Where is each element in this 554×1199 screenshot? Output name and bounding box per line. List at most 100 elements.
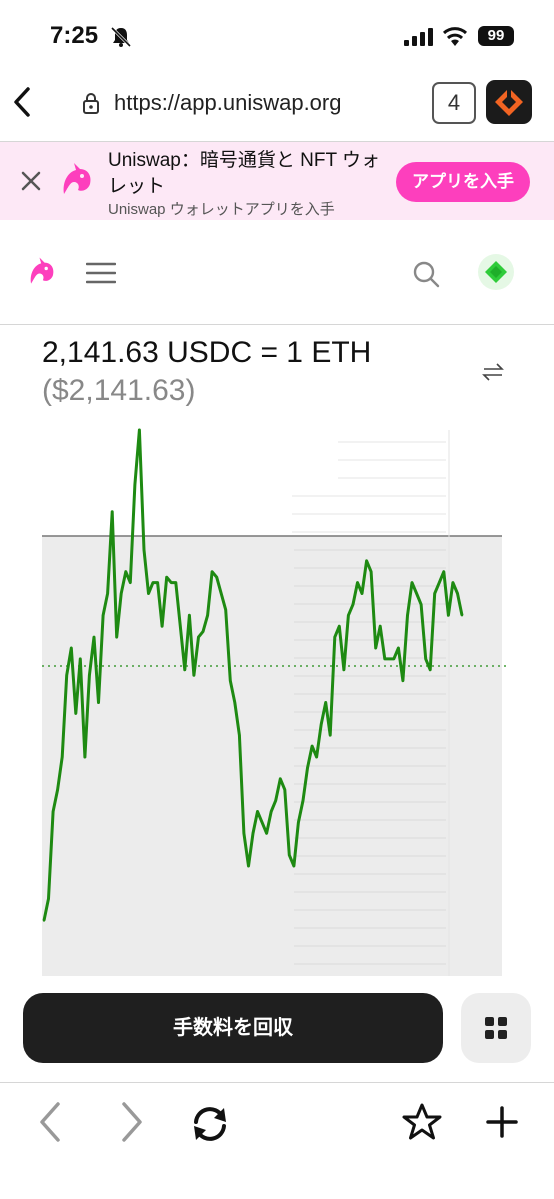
chart-point xyxy=(415,592,418,595)
chart-point xyxy=(42,919,46,922)
chart-point xyxy=(320,723,323,726)
chart-point xyxy=(197,635,200,639)
chart-point xyxy=(147,592,150,595)
chart-point xyxy=(347,614,350,617)
battery-indicator: 99 xyxy=(478,26,514,46)
chart-point xyxy=(297,821,300,824)
chart-point xyxy=(233,701,236,704)
menu-icon[interactable] xyxy=(86,262,116,284)
chart-point xyxy=(129,581,132,584)
chart-point xyxy=(301,799,305,802)
chart-point xyxy=(92,635,96,639)
chart-point xyxy=(174,581,177,584)
chart-point xyxy=(342,668,346,671)
unicorn-logo-icon xyxy=(63,163,91,194)
collect-fees-button[interactable]: 手数料を回収 xyxy=(23,993,443,1063)
chart-point xyxy=(160,625,164,628)
chart-point xyxy=(115,635,118,639)
chart-point xyxy=(392,657,395,661)
chart-point xyxy=(229,679,232,682)
chart-point xyxy=(70,646,73,650)
chart-point xyxy=(456,592,459,595)
chart-point xyxy=(224,608,227,611)
unicorn-logo-icon[interactable] xyxy=(26,254,58,288)
chart-point xyxy=(410,581,414,584)
forward-chevron-icon[interactable] xyxy=(118,1100,146,1144)
chart-point xyxy=(424,657,427,661)
chart-point xyxy=(447,614,450,617)
chart-point xyxy=(351,603,355,606)
chart-point xyxy=(270,810,273,813)
extension-icon[interactable] xyxy=(486,80,532,124)
chart-point xyxy=(451,581,455,584)
chart-point xyxy=(360,592,364,595)
close-icon[interactable] xyxy=(20,170,42,192)
chart-point xyxy=(79,657,82,661)
chart-point xyxy=(101,614,105,617)
chart-point xyxy=(97,701,100,704)
divider xyxy=(0,324,554,325)
chart-point xyxy=(460,614,464,617)
status-time: 7:25 xyxy=(50,22,99,49)
chart-point xyxy=(238,734,241,737)
swap-arrows-icon[interactable] xyxy=(482,362,504,382)
signal-icon xyxy=(404,28,433,46)
chart-point xyxy=(111,510,114,513)
divider xyxy=(0,1082,554,1083)
chart-point xyxy=(170,581,173,584)
chart-point xyxy=(56,788,59,791)
get-app-button[interactable]: アプリを入手 xyxy=(396,162,530,202)
chart-point xyxy=(74,712,78,715)
star-icon[interactable] xyxy=(402,1102,442,1142)
chart-point xyxy=(283,788,286,791)
chart-point xyxy=(292,864,296,868)
chart-point xyxy=(374,646,377,650)
chart-point xyxy=(183,668,186,671)
back-chevron-icon[interactable] xyxy=(10,86,34,118)
chart-point xyxy=(188,614,191,617)
search-icon[interactable] xyxy=(412,260,440,288)
price-chart[interactable] xyxy=(0,420,554,980)
chart-point xyxy=(201,630,205,633)
chart-point xyxy=(120,592,123,595)
chart-point xyxy=(338,625,341,628)
chart-point xyxy=(242,832,246,835)
chart-point xyxy=(369,570,373,573)
chart-point xyxy=(442,570,445,573)
chart-point xyxy=(83,755,87,759)
chart-point xyxy=(279,777,282,780)
chart-point xyxy=(388,657,391,661)
chart-point xyxy=(206,614,209,617)
plus-icon[interactable] xyxy=(486,1106,518,1138)
wallet-diamond-icon[interactable] xyxy=(478,254,514,290)
chart-point xyxy=(165,576,168,579)
chart-point xyxy=(124,570,128,573)
bell-slash-icon xyxy=(110,26,132,48)
grid-icon xyxy=(485,1017,507,1039)
banner-title: Uniswap：暗号通貨と NFT ウォレット xyxy=(108,150,381,197)
grid-menu-button[interactable] xyxy=(461,993,531,1063)
chart-point xyxy=(220,592,223,595)
chart-point xyxy=(288,853,291,857)
chart-point xyxy=(151,581,155,584)
chart-point xyxy=(88,674,91,677)
chart-point xyxy=(192,674,196,677)
chart-point xyxy=(274,799,277,802)
back-chevron-icon[interactable] xyxy=(36,1100,64,1144)
url-text[interactable]: https://app.uniswap.org xyxy=(114,90,341,116)
sync-icon[interactable] xyxy=(188,1102,232,1146)
chart-point xyxy=(324,701,327,704)
chart-point xyxy=(133,483,137,486)
chart-point xyxy=(329,734,332,737)
price-rate: 2,141.63 USDC = 1 ETH xyxy=(42,336,372,369)
chart-point xyxy=(433,592,436,595)
chart-point xyxy=(215,576,218,579)
chart-point xyxy=(260,821,264,824)
chart-point xyxy=(210,570,214,573)
chart-point xyxy=(397,646,400,650)
tab-count-button[interactable]: 4 xyxy=(432,82,476,124)
chart-point xyxy=(438,581,441,584)
chart-point xyxy=(106,592,109,595)
chart-point xyxy=(51,810,55,813)
chart-point xyxy=(142,548,146,552)
